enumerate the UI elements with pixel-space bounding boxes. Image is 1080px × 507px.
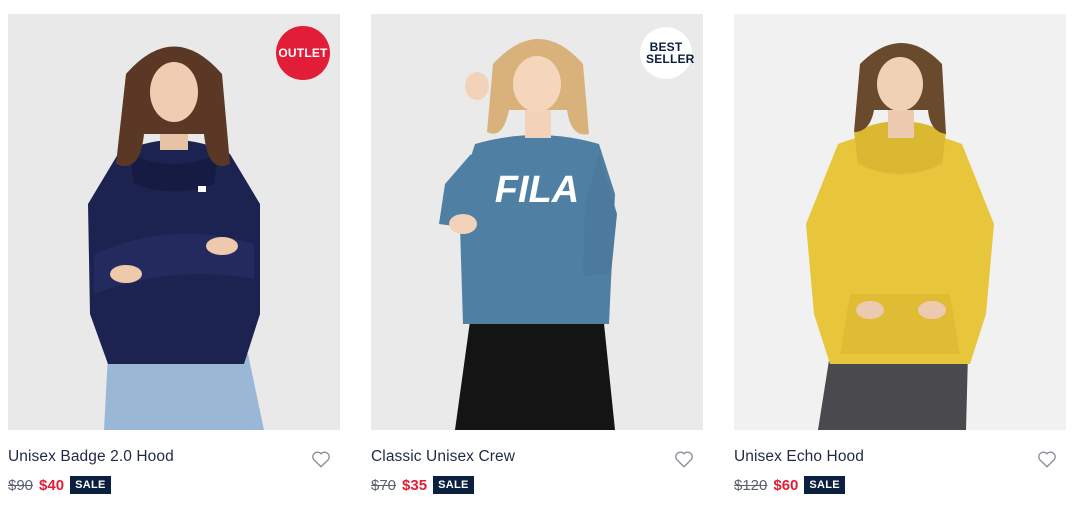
shirt-print-text: FILA xyxy=(495,169,579,211)
product-card[interactable]: OUTLET Unisex Badge 2.0 Hood $90 $40 SAL… xyxy=(8,14,340,494)
original-price: $70 xyxy=(371,476,397,494)
sale-price: $60 xyxy=(773,476,799,494)
price-row: $70 $35 SALE xyxy=(371,476,474,494)
product-info: Unisex Badge 2.0 Hood $90 $40 SALE xyxy=(8,430,340,494)
best-seller-badge: BEST SELLER xyxy=(639,26,695,80)
product-name[interactable]: Classic Unisex Crew xyxy=(371,448,515,466)
product-card[interactable]: FILA BEST SELLER Classic Unisex Crew $70… xyxy=(371,14,703,494)
product-image[interactable]: OUTLET xyxy=(8,14,340,430)
heart-outline-icon[interactable] xyxy=(310,448,332,470)
product-info: Unisex Echo Hood $120 $60 SALE xyxy=(734,430,1066,494)
sale-badge: SALE xyxy=(70,476,111,494)
product-image[interactable]: FILA BEST SELLER xyxy=(371,14,703,430)
model-photo xyxy=(734,14,1066,430)
sale-price: $40 xyxy=(39,476,65,494)
price-row: $90 $40 SALE xyxy=(8,476,111,494)
product-name[interactable]: Unisex Echo Hood xyxy=(734,448,864,466)
sale-badge: SALE xyxy=(433,476,474,494)
original-price: $90 xyxy=(8,476,34,494)
product-image[interactable] xyxy=(734,14,1066,430)
product-info: Classic Unisex Crew $70 $35 SALE xyxy=(371,430,703,494)
sale-badge: SALE xyxy=(804,476,845,494)
heart-outline-icon[interactable] xyxy=(1036,448,1058,470)
sale-price: $35 xyxy=(402,476,428,494)
product-grid: OUTLET Unisex Badge 2.0 Hood $90 $40 SAL… xyxy=(0,0,1080,507)
best-seller-text: BEST SELLER xyxy=(646,40,695,66)
outlet-badge: OUTLET xyxy=(276,26,330,80)
product-card[interactable]: Unisex Echo Hood $120 $60 SALE xyxy=(734,14,1066,494)
product-name[interactable]: Unisex Badge 2.0 Hood xyxy=(8,448,174,466)
price-row: $120 $60 SALE xyxy=(734,476,845,494)
original-price: $120 xyxy=(734,476,768,494)
heart-outline-icon[interactable] xyxy=(673,448,695,470)
